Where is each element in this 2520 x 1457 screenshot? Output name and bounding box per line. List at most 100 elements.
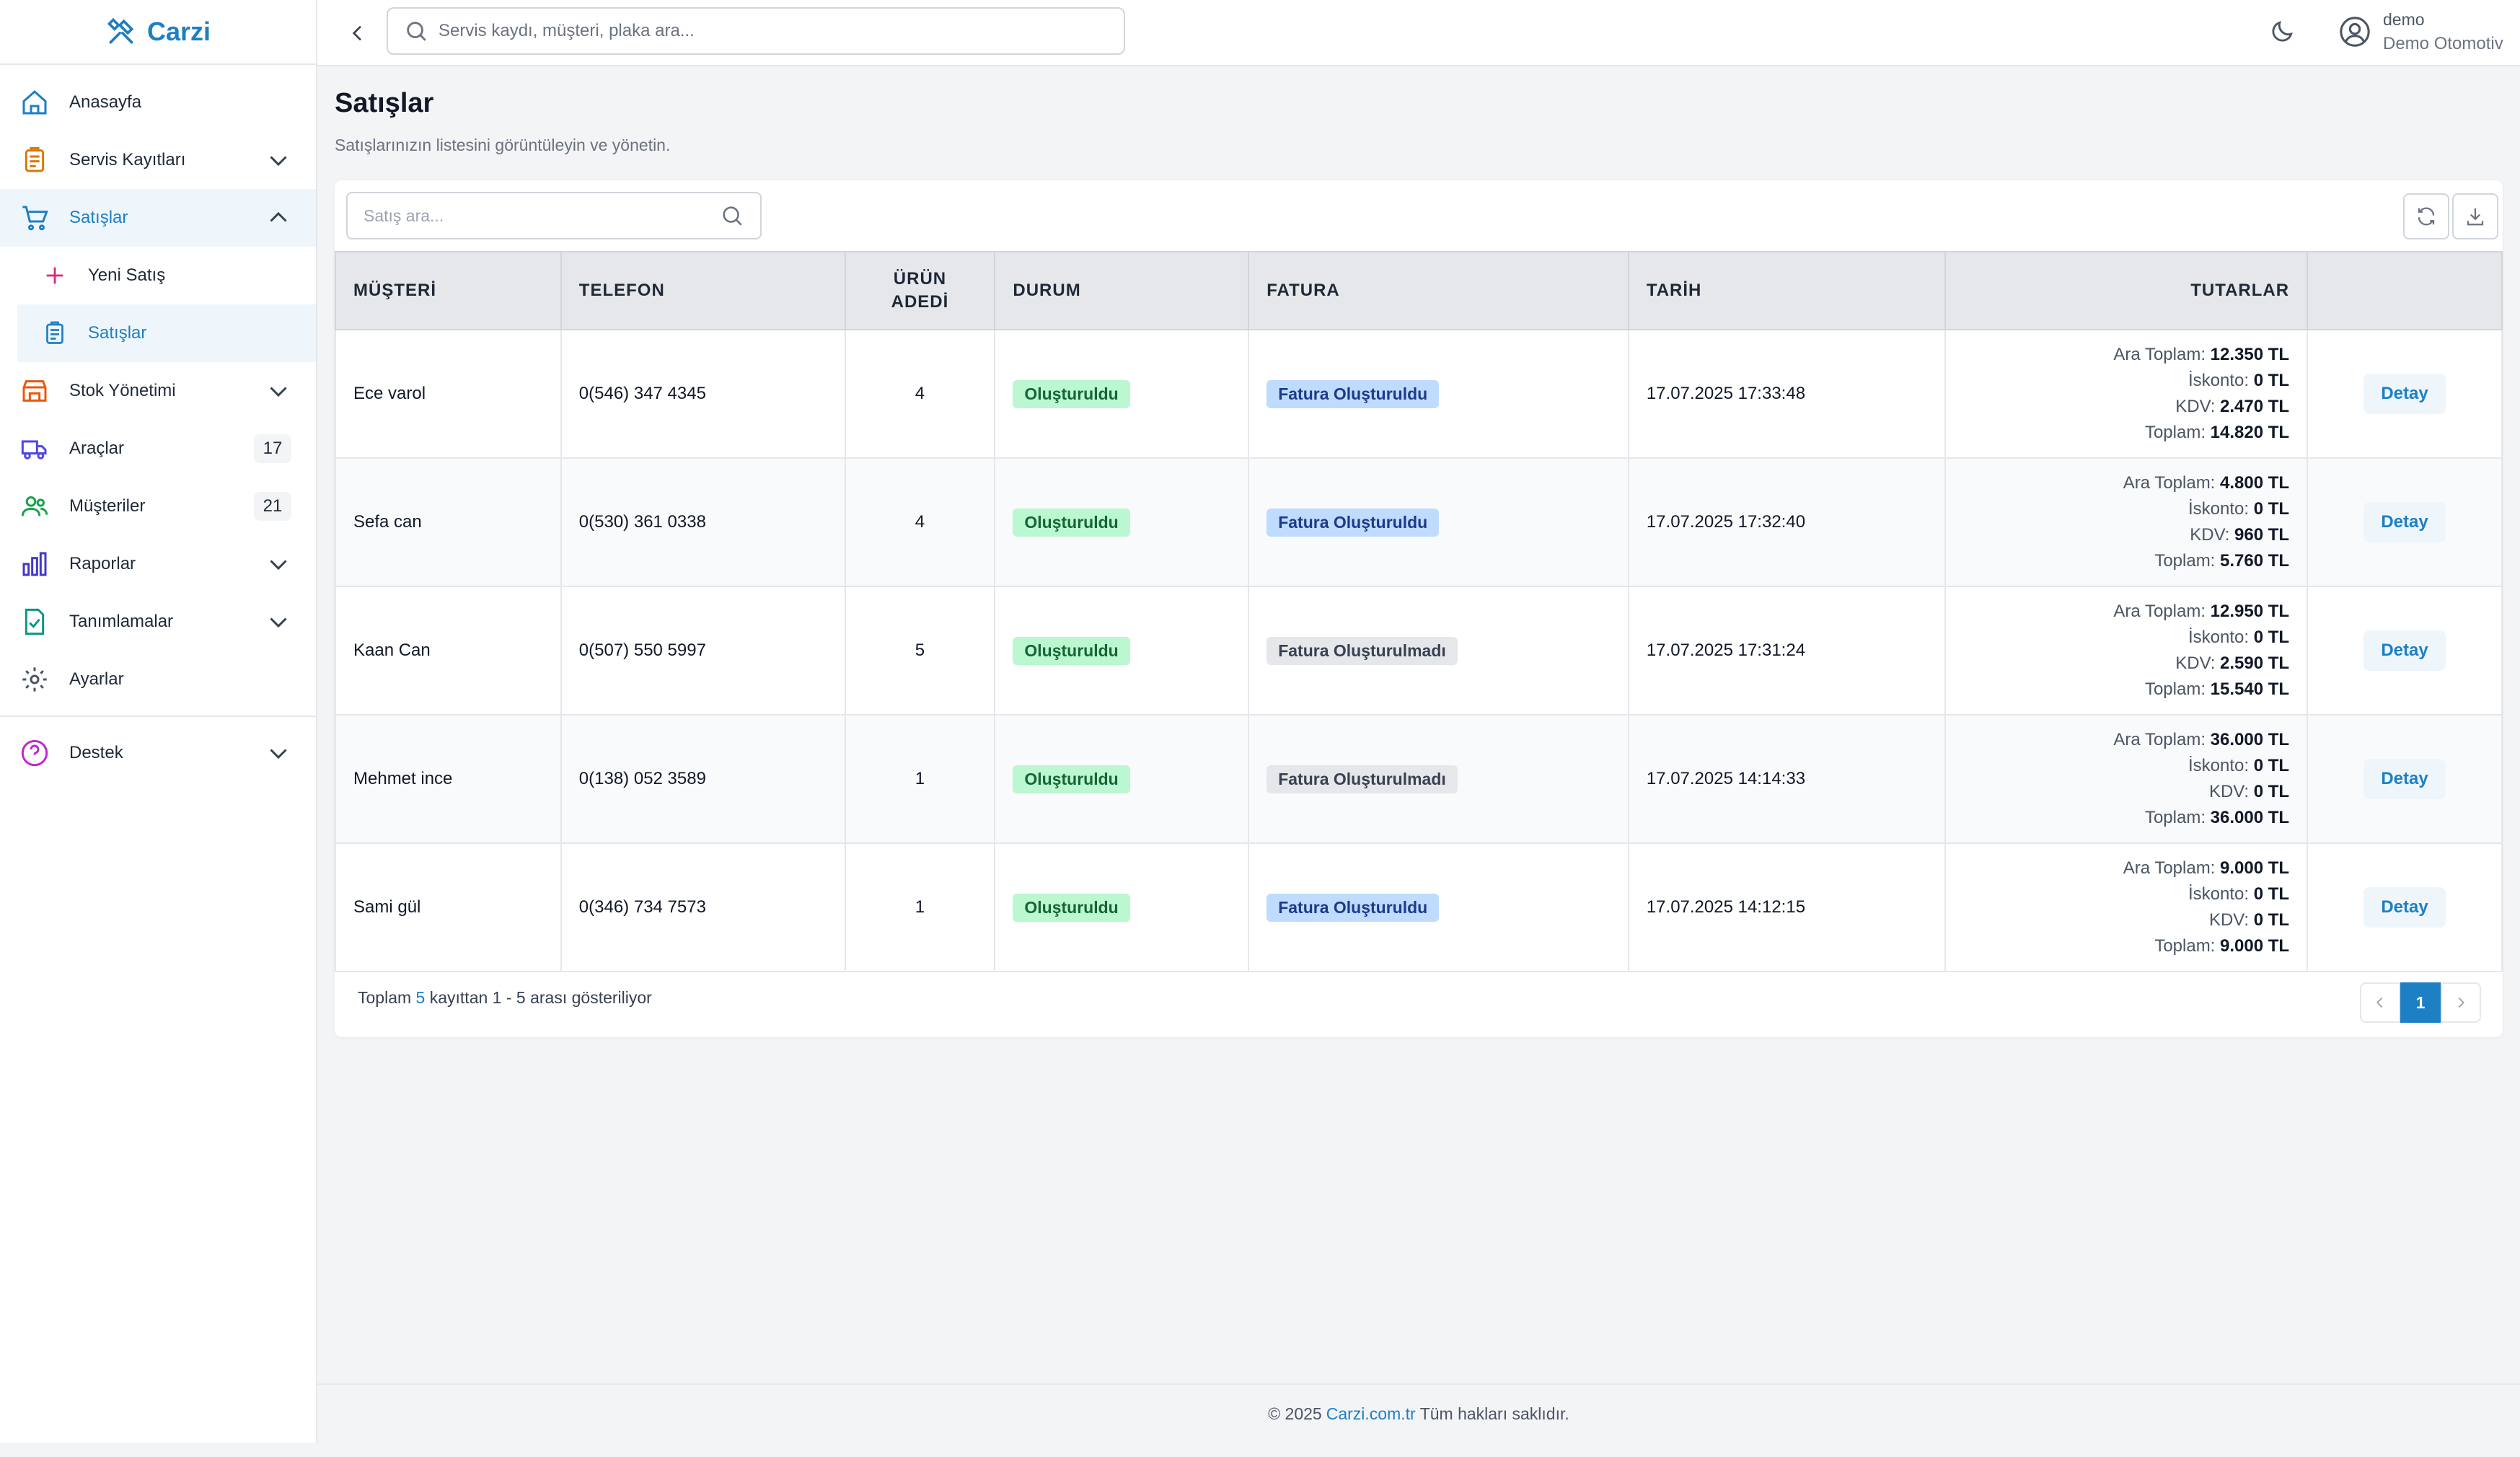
subtotal-value: 4.800 TL [2220, 473, 2290, 493]
footer-rights: Tüm hakları saklıdır. [1419, 1404, 1569, 1423]
chevron-left-icon [352, 25, 361, 41]
total-value: 5.760 TL [2220, 551, 2290, 571]
cell-actions: Detay [2307, 714, 2503, 844]
sidebar-item-label: Müşteriler [69, 496, 146, 516]
search-icon [407, 22, 426, 41]
total-value: 15.540 TL [2210, 679, 2290, 699]
global-search[interactable] [387, 7, 1125, 55]
footer-link[interactable]: Carzi.com.tr [1326, 1404, 1416, 1424]
cell-date: 17.07.2025 14:14:33 [1627, 714, 1947, 844]
summary-suffix: kayıttan 1 - 5 arası gösteriliyor [429, 988, 652, 1007]
cell-phone: 0(346) 734 7573 [560, 842, 846, 972]
download-button[interactable] [2452, 193, 2498, 239]
column-header-invoice[interactable]: FATURA [1248, 251, 1629, 330]
detail-button[interactable]: Detay [2363, 502, 2446, 542]
subtotal-label: Ara Toplam: [2123, 473, 2216, 493]
table-summary: Toplam 5 kayıttan 1 - 5 arası gösteriliy… [358, 988, 652, 1008]
table-row[interactable]: Sefa can 0(530) 361 0338 4 Oluşturuldu Fatur… [335, 457, 2503, 587]
sidebar-item-support[interactable]: Destek [0, 724, 316, 782]
next-page-button[interactable] [2441, 982, 2481, 1023]
cell-actions: Detay [2307, 329, 2503, 459]
app-logo[interactable]: Carzi [0, 0, 316, 65]
sidebar-item-reports[interactable]: Raporlar [0, 535, 316, 593]
invoice-badge: Fatura Oluşturuldu [1266, 893, 1440, 922]
cell-customer: Ece varol [335, 329, 562, 459]
table-row[interactable]: Mehmet ince 0(138) 052 3589 1 Oluşturuldu Fa… [335, 714, 2503, 844]
column-header-status[interactable]: DURUM [994, 251, 1250, 330]
table-row[interactable]: Ece varol 0(546) 347 4345 4 Oluşturuldu Fatu… [335, 329, 2503, 459]
vat-label: KDV: [2190, 525, 2230, 545]
status-badge: Oluşturuldu [1013, 765, 1130, 793]
cell-invoice: Fatura Oluşturuldu [1248, 457, 1629, 587]
vat-value: 2.590 TL [2220, 653, 2290, 673]
vat-value: 0 TL [2253, 910, 2290, 930]
total-line: Toplam: 36.000 TL [1963, 805, 2289, 831]
back-button[interactable] [342, 17, 374, 49]
invoice-badge: Fatura Oluşturulmadı [1266, 636, 1458, 665]
total-line: Toplam: 9.000 TL [1963, 933, 2289, 959]
sales-search-input[interactable] [364, 206, 720, 226]
sales-search[interactable] [346, 192, 762, 239]
cell-totals: Ara Toplam: 12.950 TL İskonto: 0 TL KDV: 2… [1944, 586, 2309, 716]
summary-count: 5 [415, 988, 426, 1007]
detail-button[interactable]: Detay [2363, 759, 2446, 799]
chevron-down-icon [270, 156, 287, 167]
sidebar-item-settings[interactable]: Ayarlar [0, 651, 316, 708]
user-menu[interactable]: demo Demo Otomotiv [2337, 7, 2503, 56]
sidebar-item-sales-list[interactable]: Satışlar [17, 304, 316, 362]
page-button-current[interactable]: 1 [2400, 982, 2441, 1023]
sidebar-item-label: Yeni Satış [88, 265, 166, 285]
table-row[interactable]: Sami gül 0(346) 734 7573 1 Oluşturuldu Fatur… [335, 842, 2503, 972]
cell-actions: Detay [2307, 457, 2503, 587]
total-value: 14.820 TL [2210, 423, 2290, 442]
subtotal-value: 36.000 TL [2210, 730, 2290, 749]
global-search-input[interactable] [439, 21, 1088, 41]
page-footer: © 2025 Carzi.com.tr Tüm hakları saklıdır… [317, 1383, 2520, 1443]
refresh-icon [2418, 207, 2435, 226]
vat-value: 2.470 TL [2220, 397, 2290, 416]
column-header-phone[interactable]: TELEFON [560, 251, 846, 330]
previous-page-button[interactable] [2360, 982, 2400, 1023]
vat-line: KDV: 2.590 TL [1963, 651, 2289, 677]
chevron-down-icon [270, 387, 287, 397]
column-header-actions [2307, 251, 2503, 330]
detail-button[interactable]: Detay [2363, 887, 2446, 928]
table-body: Ece varol 0(546) 347 4345 4 Oluşturuldu Fatu… [335, 329, 2503, 972]
column-header-quantity[interactable]: ÜRÜN ADEDİ [844, 251, 996, 330]
column-header-totals[interactable]: TUTARLAR [1944, 251, 2309, 330]
sidebar-item-service-records[interactable]: Servis Kayıtları [0, 131, 316, 189]
sidebar-item-home[interactable]: Anasayfa [0, 74, 316, 131]
sidebar-item-customers[interactable]: Müşteriler 21 [0, 477, 316, 535]
sales-table-card: MÜŞTERİ TELEFON ÜRÜN ADEDİ DURUM FATURA … [335, 180, 2503, 1037]
refresh-button[interactable] [2403, 193, 2449, 239]
app-name: Carzi [146, 17, 211, 46]
download-icon [2467, 208, 2484, 226]
sidebar-item-definitions[interactable]: Tanımlamalar [0, 593, 316, 651]
sidebar-item-vehicles[interactable]: Araçlar 17 [0, 420, 316, 477]
sidebar-item-new-sale[interactable]: Yeni Satış [0, 247, 316, 304]
sidebar-item-sales[interactable]: Satışlar [0, 189, 316, 247]
cell-totals: Ara Toplam: 9.000 TL İskonto: 0 TL KDV: 0 … [1944, 842, 2309, 972]
users-icon [17, 489, 52, 524]
vat-line: KDV: 960 TL [1963, 522, 2289, 548]
discount-label: İskonto: [2188, 371, 2250, 390]
subtotal-label: Ara Toplam: [2113, 602, 2206, 621]
subtotal-value: 12.350 TL [2210, 345, 2290, 364]
sales-table: MÜŞTERİ TELEFON ÜRÜN ADEDİ DURUM FATURA … [335, 251, 2503, 972]
theme-toggle-button[interactable] [2265, 14, 2299, 49]
subtotal-label: Ara Toplam: [2113, 730, 2206, 749]
cell-customer: Mehmet ince [335, 714, 562, 844]
column-header-customer[interactable]: MÜŞTERİ [335, 251, 562, 330]
cell-actions: Detay [2307, 586, 2503, 716]
sidebar-item-label: Anasayfa [69, 92, 142, 112]
subtotal-value: 9.000 TL [2220, 858, 2290, 878]
cell-quantity: 4 [844, 457, 996, 587]
sidebar-item-stock[interactable]: Stok Yönetimi [0, 362, 316, 420]
table-row[interactable]: Kaan Can 0(507) 550 5997 5 Oluşturuldu Fatur… [335, 586, 2503, 716]
invoice-badge: Fatura Oluşturuldu [1266, 379, 1440, 408]
cell-date: 17.07.2025 14:12:15 [1627, 842, 1947, 972]
detail-button[interactable]: Detay [2363, 374, 2446, 414]
column-header-date[interactable]: TARİH [1627, 251, 1947, 330]
detail-button[interactable]: Detay [2363, 630, 2446, 671]
total-label: Toplam: [2154, 551, 2216, 571]
